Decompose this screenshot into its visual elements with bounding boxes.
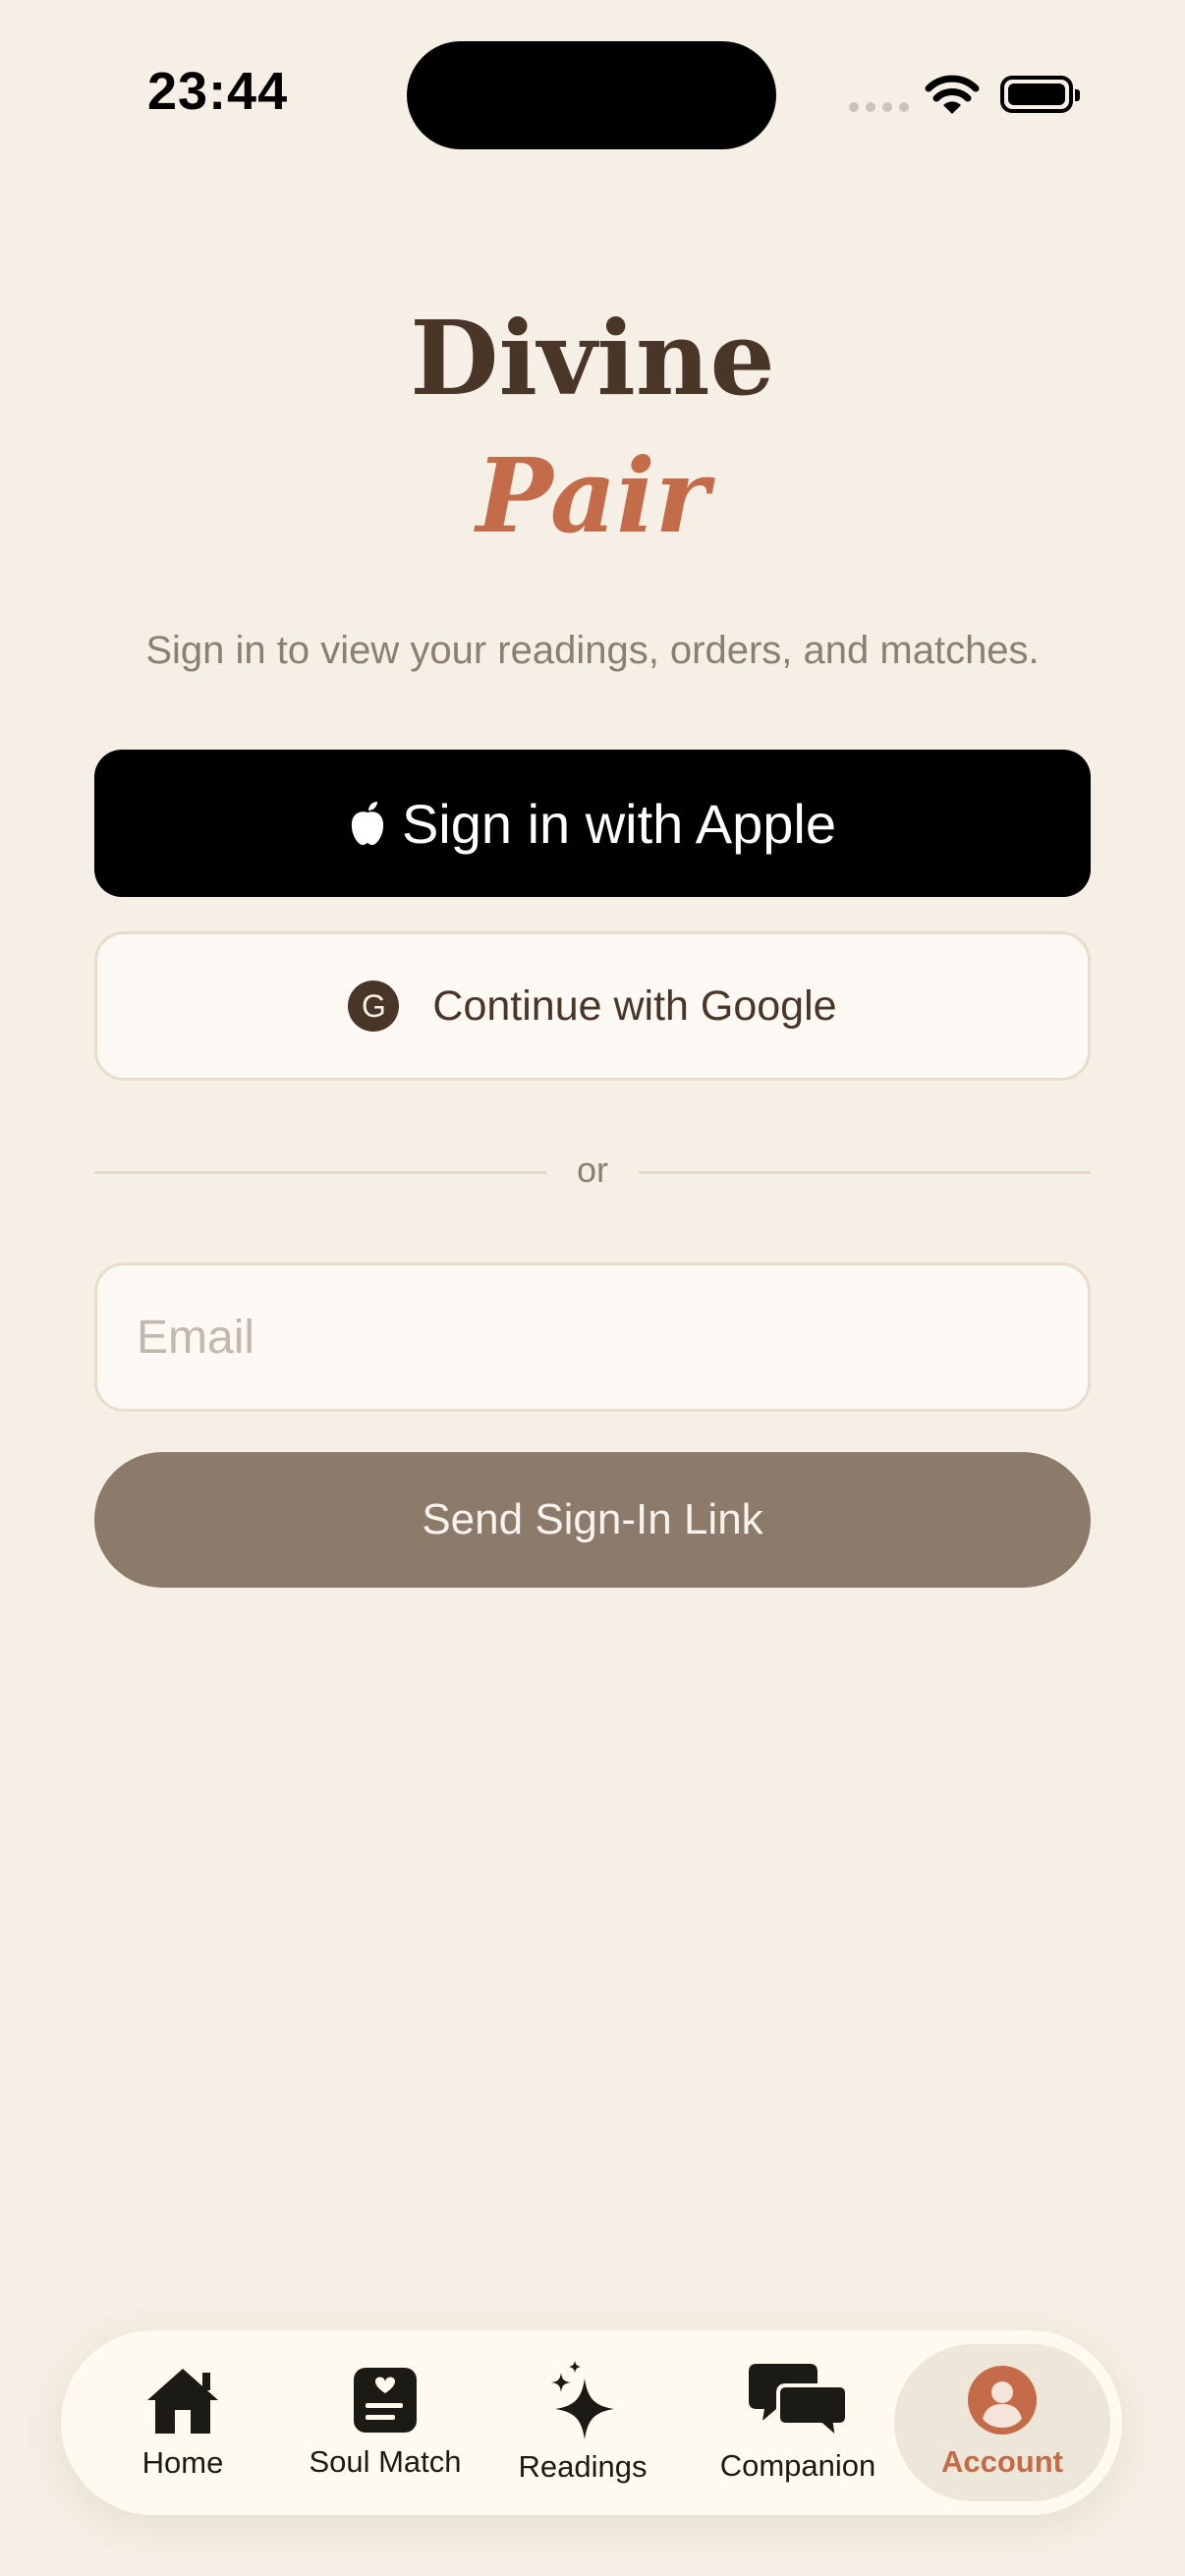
home-icon — [147, 2369, 218, 2434]
sign-in-subtitle: Sign in to view your readings, orders, a… — [145, 629, 1040, 672]
send-button-label: Send Sign-In Link — [422, 1495, 763, 1543]
dynamic-island — [407, 41, 776, 149]
tab-label-account: Account — [941, 2444, 1063, 2479]
sparkles-icon — [551, 2361, 614, 2439]
tab-soul-match[interactable]: Soul Match — [287, 2330, 483, 2515]
tab-readings[interactable]: Readings — [509, 2330, 656, 2515]
tab-companion[interactable]: Companion — [709, 2330, 886, 2515]
tab-label-soul-match: Soul Match — [309, 2444, 462, 2479]
wifi-icon — [925, 75, 980, 114]
app-title: Divine — [410, 298, 775, 419]
app-title-accent: Pair — [476, 435, 709, 556]
continue-with-google-button[interactable]: G Continue with Google — [94, 931, 1091, 1081]
chat-bubbles-icon — [749, 2364, 847, 2438]
tab-bar: Home Soul Match Readings Companion Accou… — [61, 2330, 1122, 2515]
send-sign-in-link-button[interactable]: Send Sign-In Link — [94, 1452, 1091, 1588]
google-g-icon: G — [348, 980, 400, 1032]
tab-home[interactable]: Home — [104, 2330, 261, 2515]
email-field[interactable] — [94, 1262, 1091, 1412]
tab-account[interactable]: Account — [894, 2344, 1110, 2501]
cellular-signal-icon — [849, 102, 909, 112]
tab-label-readings: Readings — [518, 2449, 648, 2484]
tab-label-home: Home — [141, 2445, 224, 2480]
battery-icon — [1000, 76, 1080, 113]
sign-in-with-apple-button[interactable]: Sign in with Apple — [94, 750, 1091, 897]
apple-logo-icon — [349, 801, 386, 846]
divider-line-right — [639, 1171, 1091, 1174]
person-circle-icon — [968, 2366, 1037, 2435]
divider-label: or — [576, 1149, 608, 1190]
status-bar: 23:44 — [0, 0, 1185, 187]
tab-label-companion: Companion — [719, 2448, 876, 2483]
google-button-label: Continue with Google — [432, 981, 837, 1030]
heart-card-icon — [354, 2368, 417, 2433]
apple-button-label: Sign in with Apple — [401, 792, 837, 855]
status-time: 23:44 — [147, 62, 289, 121]
